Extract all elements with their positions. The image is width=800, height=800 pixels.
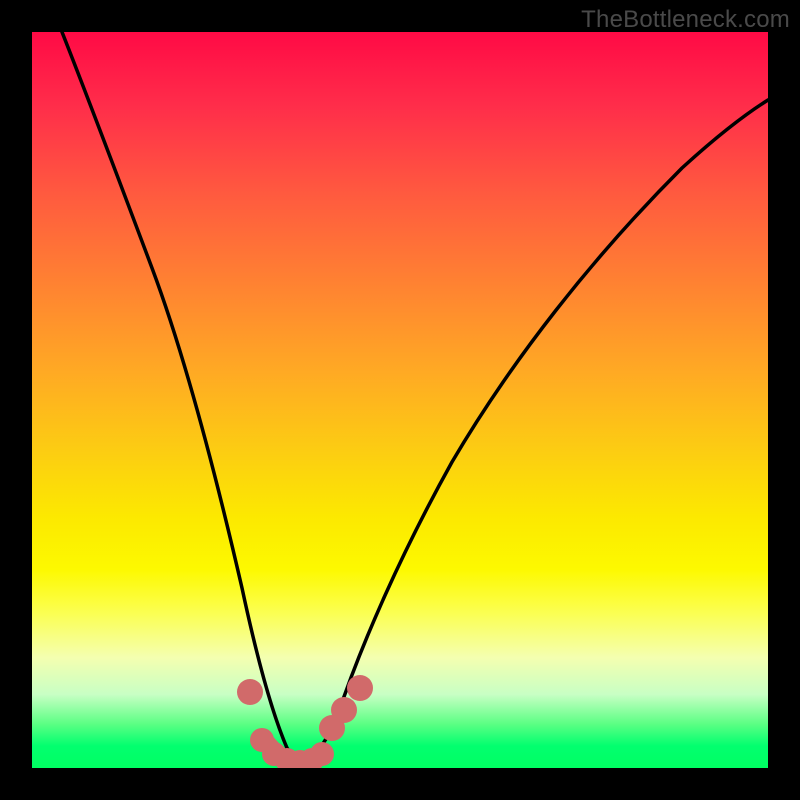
bottleneck-curve-path — [62, 32, 768, 759]
highlight-dots — [237, 675, 373, 768]
chart-svg — [32, 32, 768, 768]
plot-area — [32, 32, 768, 768]
watermark-text: TheBottleneck.com — [581, 6, 790, 34]
chart-frame: TheBottleneck.com — [0, 0, 800, 800]
